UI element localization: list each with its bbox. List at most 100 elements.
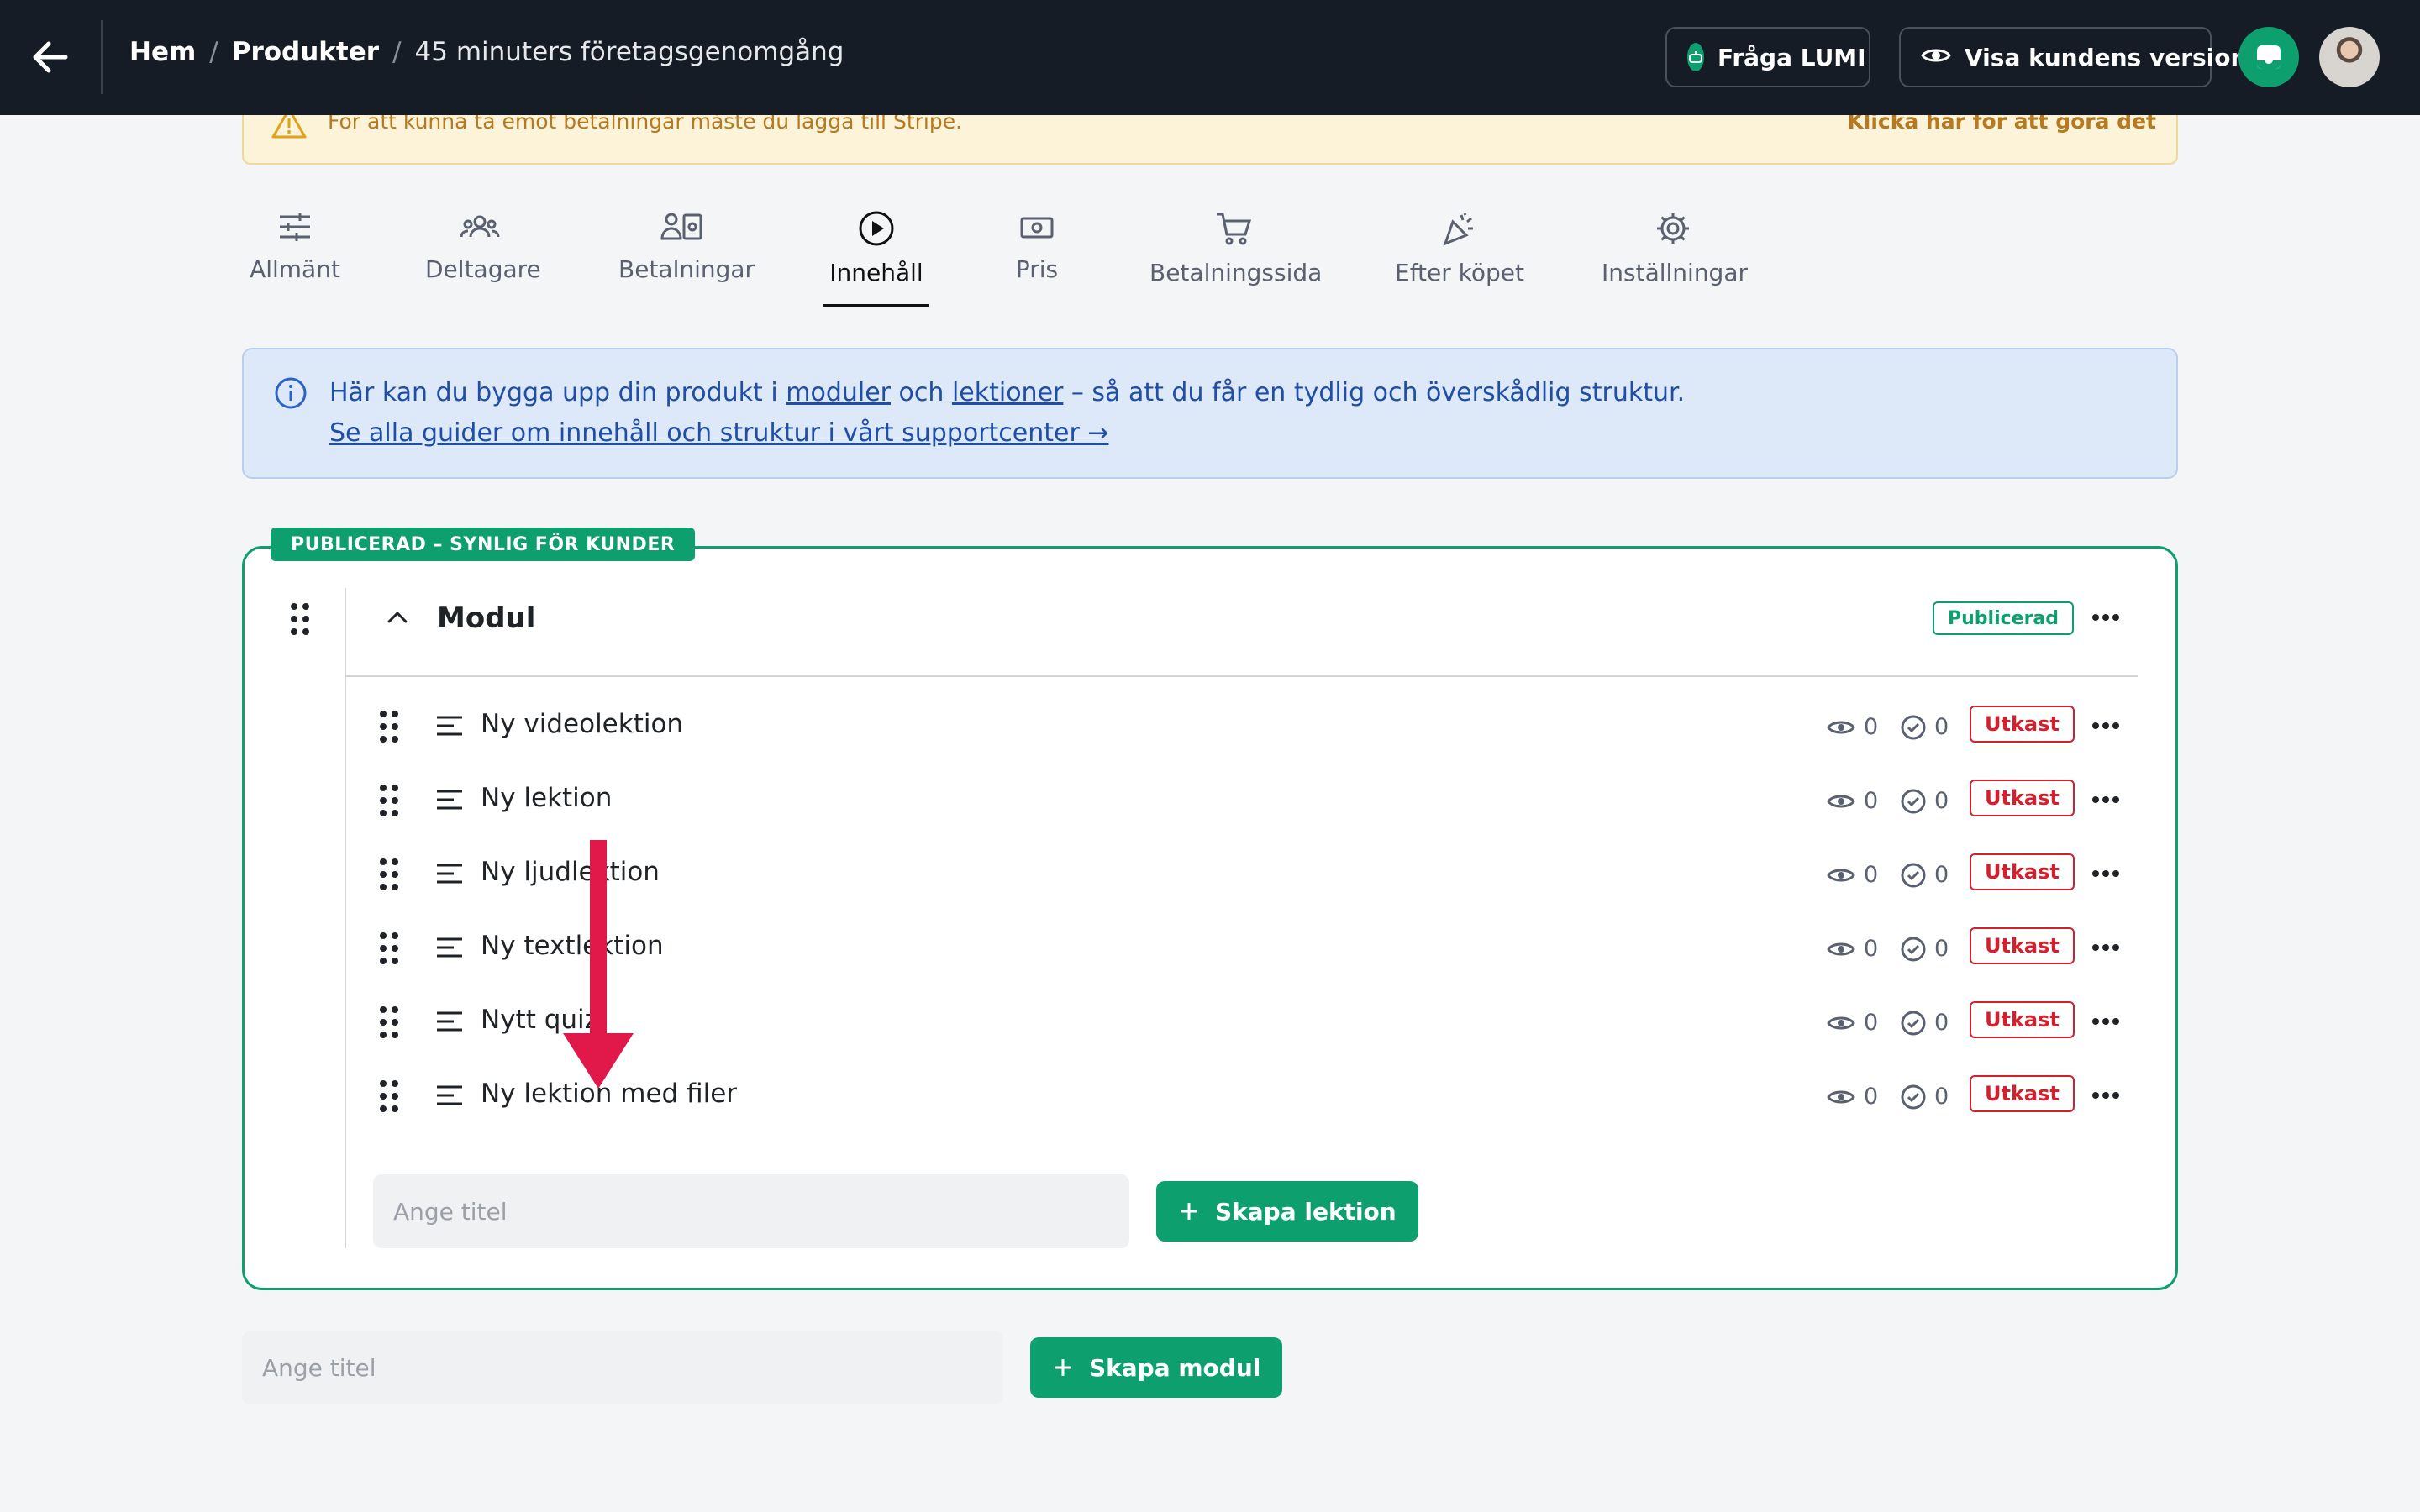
more-options-icon[interactable]	[2092, 1018, 2121, 1026]
drag-handle[interactable]	[380, 785, 398, 816]
completed-count: 0	[1901, 936, 1949, 962]
more-options-icon[interactable]	[2092, 1092, 2121, 1100]
check-circle-icon	[1901, 1084, 1926, 1109]
status-badge: Utkast	[1970, 927, 2075, 964]
breadcrumb-home[interactable]: Hem	[129, 37, 196, 67]
check-circle-icon	[1901, 1011, 1926, 1035]
tab-content[interactable]: Innehåll	[823, 210, 929, 286]
breadcrumb-separator: /	[392, 37, 402, 67]
views-count: 0	[1827, 936, 1878, 962]
create-module-button[interactable]: Skapa modul	[1030, 1337, 1283, 1398]
tab-general[interactable]: Allmänt	[249, 210, 341, 283]
completed-count: 0	[1901, 714, 1949, 740]
text-lines-icon	[435, 936, 464, 963]
breadcrumb-products[interactable]: Produkter	[232, 37, 379, 67]
published-status-tag: PUBLICERAD – SYNLIG FÖR KUNDER	[271, 528, 696, 561]
lesson-title[interactable]: Ny videolektion	[481, 709, 683, 739]
lesson-title[interactable]: Ny lektion	[481, 783, 612, 813]
lesson-row[interactable]: Ny videolektion 0 0 Utkast	[370, 689, 2134, 763]
back-arrow-icon[interactable]	[27, 34, 74, 81]
create-module-label: Skapa modul	[1089, 1353, 1261, 1382]
text-lines-icon	[435, 714, 464, 741]
check-circle-icon	[1901, 715, 1926, 739]
customer-view-button[interactable]: Visa kundens version	[1899, 27, 2247, 87]
tab-price[interactable]: Pris	[1012, 210, 1062, 283]
completed-count: 0	[1901, 1010, 1949, 1036]
lessons-link[interactable]: lektioner	[952, 378, 1063, 407]
create-lesson-button[interactable]: Skapa lektion	[1156, 1181, 1418, 1242]
tab-label: Inställningar	[1602, 259, 1749, 286]
drag-handle[interactable]	[380, 858, 398, 890]
status-badge: Utkast	[1970, 780, 2075, 816]
tab-payments[interactable]: Betalningar	[618, 210, 755, 283]
views-count: 0	[1827, 788, 1878, 814]
more-options-icon[interactable]	[2092, 722, 2121, 731]
eye-icon	[1827, 869, 1855, 881]
more-options-icon[interactable]	[2092, 796, 2121, 805]
views-count: 0	[1827, 862, 1878, 888]
sliders-icon	[280, 213, 310, 241]
cart-icon	[1217, 213, 1252, 245]
ask-lumi-button[interactable]: Fråga LUMI	[1665, 27, 1870, 87]
status-badge: Utkast	[1970, 1075, 2075, 1112]
status-badge: Utkast	[1970, 853, 2075, 890]
tab-label: Betalningar	[618, 255, 755, 283]
completed-count: 0	[1901, 862, 1949, 888]
divider	[101, 20, 103, 94]
tab-label: Betalningssida	[1150, 259, 1323, 286]
text-lines-icon	[435, 1084, 464, 1110]
banknote-icon	[1020, 217, 1054, 239]
info-text: Här kan du bygga upp din produkt i modul…	[329, 378, 1686, 407]
create-lesson-label: Skapa lektion	[1215, 1197, 1397, 1226]
more-options-icon[interactable]	[2092, 944, 2121, 953]
more-options-icon[interactable]	[2092, 870, 2121, 879]
check-circle-icon	[1901, 789, 1926, 813]
top-bar: Hem / Produkter / 45 minuters företagsge…	[0, 0, 2420, 115]
tab-settings[interactable]: Inställningar	[1602, 210, 1748, 286]
status-badge: Publicerad	[1933, 601, 2075, 635]
modules-link[interactable]: moduler	[786, 378, 891, 407]
more-options-icon[interactable]	[2092, 614, 2121, 622]
drag-handle[interactable]	[380, 932, 398, 964]
tab-label: Pris	[1015, 255, 1059, 283]
module-drag-handle[interactable]	[291, 603, 309, 635]
tab-checkout-page[interactable]: Betalningssida	[1150, 210, 1322, 286]
payments-icon	[660, 213, 702, 240]
divider	[345, 675, 2138, 677]
breadcrumb-current: 45 minuters företagsgenomgång	[414, 37, 844, 67]
eye-icon	[1827, 1016, 1855, 1029]
lesson-row[interactable]: Ny lektion 0 0 Utkast	[370, 763, 2134, 837]
party-icon	[1443, 213, 1473, 246]
check-circle-icon	[1901, 863, 1926, 887]
views-count: 0	[1827, 1010, 1878, 1036]
gear-icon	[1657, 213, 1689, 244]
eye-icon	[1921, 44, 1951, 71]
lesson-title-input[interactable]: Ange titel	[373, 1174, 1129, 1248]
module-title-input[interactable]: Ange titel	[242, 1331, 1003, 1404]
drag-handle[interactable]	[380, 1006, 398, 1038]
text-lines-icon	[435, 862, 464, 889]
tab-after-purchase[interactable]: Efter köpet	[1395, 210, 1524, 286]
drag-handle[interactable]	[380, 711, 398, 743]
inbox-icon[interactable]	[2238, 27, 2299, 87]
tab-participants[interactable]: Deltagare	[425, 210, 541, 283]
completed-count: 0	[1901, 1084, 1949, 1110]
support-guides-link[interactable]: Se alla guider om innehåll och struktur …	[329, 418, 1108, 448]
tab-label: Innehåll	[829, 259, 923, 286]
chevron-up-icon[interactable]	[383, 606, 412, 632]
text-lines-icon	[435, 1010, 464, 1037]
status-badge: Utkast	[1970, 706, 2075, 743]
eye-icon	[1827, 1090, 1855, 1103]
active-tab-indicator	[823, 304, 929, 307]
drag-handle[interactable]	[380, 1080, 398, 1112]
play-circle-icon	[859, 211, 894, 246]
status-badge: Utkast	[1970, 1001, 2075, 1038]
divider	[345, 588, 346, 1248]
completed-count: 0	[1901, 788, 1949, 814]
views-count: 0	[1827, 714, 1878, 740]
avatar[interactable]	[2319, 27, 2380, 87]
breadcrumb-separator: /	[209, 37, 218, 67]
module-title[interactable]: Modul	[437, 601, 535, 635]
eye-icon	[1827, 795, 1855, 807]
text-lines-icon	[435, 788, 464, 815]
